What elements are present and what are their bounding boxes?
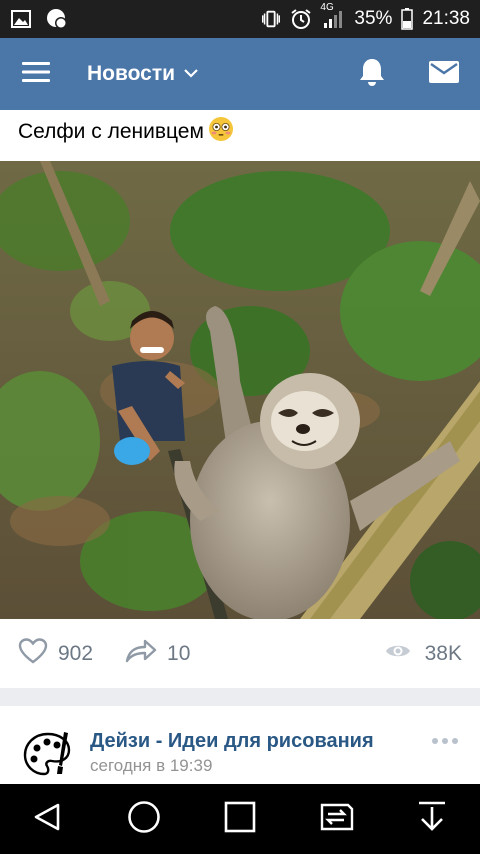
menu-icon <box>22 61 50 88</box>
feed-selector[interactable]: Новости <box>87 62 199 86</box>
app-header: Новости <box>0 38 480 110</box>
messages-button[interactable] <box>408 38 480 110</box>
home-icon <box>127 800 161 839</box>
post-photo[interactable] <box>0 161 480 619</box>
more-dot <box>452 738 458 744</box>
likes-count: 902 <box>58 641 94 665</box>
group-name-link[interactable]: Дейзи - Идеи для рисования <box>90 730 374 753</box>
signal-icon: 4G <box>320 2 346 30</box>
feed-post-next: Дейзи - Идеи для рисования сегодня в 19:… <box>0 706 480 784</box>
post-actions: 902 10 38K <box>0 619 480 688</box>
views-count: 38K <box>424 641 462 665</box>
mail-icon <box>428 60 460 89</box>
share-button[interactable]: 10 <box>125 639 190 669</box>
recents-icon <box>224 801 256 838</box>
post-timestamp: сегодня в 19:39 <box>90 756 213 775</box>
shares-count: 10 <box>167 641 191 665</box>
feed-post: Селфи с ленивцем 902 10 38K <box>0 110 480 688</box>
heart-icon <box>18 637 48 670</box>
notification-pull-button[interactable] <box>402 789 462 849</box>
back-button[interactable] <box>18 789 78 849</box>
alarm-icon <box>290 8 312 30</box>
gallery-icon <box>10 8 32 30</box>
post-caption: Селфи с ленивцем <box>18 120 204 143</box>
post-text: Селфи с ленивцем <box>18 116 234 148</box>
notifications-button[interactable] <box>336 38 408 110</box>
status-bar: 4G 35% 21:38 <box>0 0 480 38</box>
battery-percent: 35% <box>354 8 393 29</box>
more-dot <box>432 738 438 744</box>
flushed-emoji-icon <box>208 116 234 148</box>
back-icon <box>32 801 64 838</box>
notification-badge-icon <box>46 8 68 30</box>
bell-icon <box>357 56 387 93</box>
views-counter: 38K <box>385 642 462 666</box>
home-button[interactable] <box>114 789 174 849</box>
vibrate-icon <box>260 8 282 30</box>
switch-icon <box>316 802 356 837</box>
palette-avatar-icon[interactable] <box>22 728 74 780</box>
navigation-bar <box>0 784 480 854</box>
clock: 21:38 <box>422 8 470 29</box>
download-icon <box>417 801 447 838</box>
like-button[interactable]: 902 <box>18 637 94 670</box>
menu-button[interactable] <box>0 38 72 110</box>
chevron-down-icon <box>183 65 199 83</box>
network-type: 4G <box>320 2 334 13</box>
more-dot <box>442 738 448 744</box>
switch-sim-button[interactable] <box>306 789 366 849</box>
battery-icon <box>400 8 414 30</box>
page-title: Новости <box>87 62 176 85</box>
recents-button[interactable] <box>210 789 270 849</box>
sloth-selfie-image <box>0 161 480 619</box>
more-options-button[interactable] <box>432 736 460 746</box>
eye-icon <box>385 642 411 666</box>
share-icon <box>125 639 157 669</box>
